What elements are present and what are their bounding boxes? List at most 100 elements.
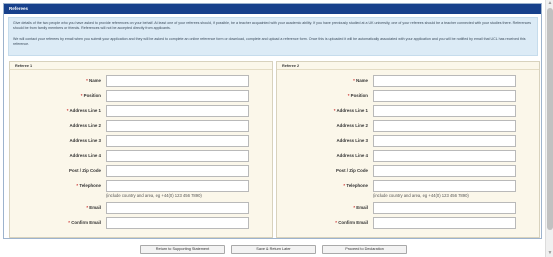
required-marker: * — [347, 93, 350, 98]
panel-title: Referees — [4, 4, 541, 14]
required-marker: * — [66, 108, 69, 113]
referee-1-confirm-email-row: * Confirm Email — [10, 217, 272, 229]
referee-1-address-line-2-label: Address Line 2 — [70, 120, 101, 132]
referee-2-telephone-row: * Telephone — [277, 180, 539, 192]
save-and-return-later-button[interactable]: Save & Return Later — [231, 245, 316, 254]
referee-2-email-input[interactable] — [373, 202, 516, 214]
required-marker: * — [343, 183, 346, 188]
referee-2-post-zip-code-label: Post / Zip Code — [336, 165, 368, 177]
field-label-text: Confirm Email — [338, 220, 368, 225]
scroll-down-arrow-icon[interactable]: ▼ — [547, 251, 553, 256]
field-label-text: Address Line 2 — [336, 123, 368, 128]
referee-1-email-input[interactable] — [106, 202, 249, 214]
required-marker: * — [80, 93, 83, 98]
referee-1-address-line-3-label: Address Line 3 — [70, 135, 101, 147]
referee-2-address-line-3-input[interactable] — [373, 135, 516, 147]
referee-1-email-row: * Email — [10, 202, 272, 214]
referee-2-post-zip-code-row: Post / Zip Code — [277, 165, 539, 177]
referee-1-section: Referee 1 * Name * Position * Address Line… — [9, 61, 273, 238]
field-label-text: Post / Zip Code — [336, 168, 368, 173]
referee-2-address-line-4-label: Address Line 4 — [337, 150, 368, 162]
required-marker: * — [68, 220, 70, 225]
referee-2-name-row: * Name — [277, 75, 539, 87]
referee-1-telephone-row: * Telephone — [10, 180, 272, 192]
referee-2-address-line-2-label: Address Line 2 — [337, 120, 368, 132]
referee-2-name-label: * Name — [353, 75, 368, 87]
referee-2-address-line-2-row: Address Line 2 — [277, 120, 539, 132]
form-footer: Return to Supporting Statement Save & Re… — [0, 242, 545, 257]
required-marker: * — [335, 220, 337, 225]
referee-2-position-row: * Position — [277, 90, 539, 102]
referee-1-post-zip-code-row: Post / Zip Code — [10, 165, 272, 177]
referee-2-post-zip-code-input[interactable] — [373, 165, 516, 177]
field-label-text: Post / Zip Code — [69, 168, 101, 173]
field-label-text: Name — [356, 78, 368, 83]
referee-1-post-zip-code-input[interactable] — [106, 165, 249, 177]
field-label-text: Email — [89, 205, 101, 210]
referee-2-address-line-1-label: * Address Line 1 — [334, 105, 368, 117]
field-label-text: Address Line 4 — [336, 153, 368, 158]
required-marker: * — [333, 108, 336, 113]
scroll-up-arrow-icon[interactable]: ▲ — [547, 1, 553, 6]
instructions-box: Give details of the two people who you h… — [8, 17, 538, 56]
scrollbar-thumb[interactable] — [547, 8, 553, 230]
vertical-scrollbar[interactable]: ▲ ▼ — [545, 0, 553, 257]
proceed-to-declaration-button[interactable]: Proceed to Declaration — [322, 245, 407, 254]
instructions-paragraph-1: Give details of the two people who you h… — [13, 21, 532, 31]
field-label-text: Email — [356, 205, 368, 210]
referee-2-address-line-3-label: Address Line 3 — [337, 135, 368, 147]
referee-2-email-label: * Email — [353, 202, 368, 214]
referee-1-position-input[interactable] — [106, 90, 249, 102]
instructions-paragraph-2: We will contact your referees by email w… — [13, 36, 526, 46]
referee-2-address-line-4-input[interactable] — [373, 150, 516, 162]
referee-1-address-line-1-input[interactable] — [106, 105, 249, 117]
field-label-text: Address Line 1 — [336, 108, 368, 113]
referee-2-address-line-1-input[interactable] — [373, 105, 516, 117]
application-page: Referees Give details of the two people … — [0, 0, 545, 257]
referee-1-name-row: * Name — [10, 75, 272, 87]
referee-1-address-line-3-input[interactable] — [106, 135, 249, 147]
referee-1-confirm-email-input[interactable] — [106, 217, 249, 229]
field-label-text: Name — [89, 78, 101, 83]
referee-2-telephone-hint: (include country and area, eg +44(0) 123… — [373, 193, 469, 198]
referee-1-address-line-4-label: Address Line 4 — [70, 150, 101, 162]
referee-1-email-label: * Email — [86, 202, 101, 214]
referee-2-name-input[interactable] — [373, 75, 516, 87]
field-label-text: Address Line 2 — [69, 123, 101, 128]
referee-1-post-zip-code-label: Post / Zip Code — [69, 165, 101, 177]
referee-2-address-line-1-row: * Address Line 1 — [277, 105, 539, 117]
referee-2-confirm-email-label: * Confirm Email — [335, 217, 368, 229]
field-label-text: Position — [83, 93, 101, 98]
field-label-text: Telephone — [346, 183, 368, 188]
referee-2-confirm-email-input[interactable] — [373, 217, 516, 229]
referee-1-telephone-input[interactable] — [106, 180, 249, 192]
field-label-text: Address Line 1 — [69, 108, 101, 113]
referee-2-email-row: * Email — [277, 202, 539, 214]
referee-2-position-input[interactable] — [373, 90, 516, 102]
referee-1-position-label: * Position — [81, 90, 101, 102]
referee-1-name-input[interactable] — [106, 75, 249, 87]
field-label-text: Address Line 3 — [69, 138, 101, 143]
field-label-text: Address Line 4 — [69, 153, 101, 158]
referee-2-confirm-email-row: * Confirm Email — [277, 217, 539, 229]
field-label-text: Confirm Email — [71, 220, 101, 225]
referee-2-telephone-label: * Telephone — [343, 180, 368, 192]
referee-1-title: Referee 1 — [10, 62, 272, 70]
referee-1-address-line-3-row: Address Line 3 — [10, 135, 272, 147]
referee-1-address-line-1-label: * Address Line 1 — [67, 105, 101, 117]
referee-2-address-line-3-row: Address Line 3 — [277, 135, 539, 147]
referee-1-name-label: * Name — [86, 75, 101, 87]
referee-1-address-line-4-row: Address Line 4 — [10, 150, 272, 162]
referee-2-address-line-2-input[interactable] — [373, 120, 516, 132]
required-marker: * — [86, 78, 88, 83]
referee-1-address-line-1-row: * Address Line 1 — [10, 105, 272, 117]
required-marker: * — [76, 183, 79, 188]
referee-1-telephone-hint: (include country and area, eg +44(0) 123… — [106, 193, 202, 198]
referee-2-address-line-4-row: Address Line 4 — [277, 150, 539, 162]
field-label-text: Telephone — [79, 183, 101, 188]
referee-1-address-line-2-input[interactable] — [106, 120, 249, 132]
referee-1-address-line-4-input[interactable] — [106, 150, 249, 162]
referee-2-telephone-input[interactable] — [373, 180, 516, 192]
referee-1-address-line-2-row: Address Line 2 — [10, 120, 272, 132]
return-to-supporting-statement-button[interactable]: Return to Supporting Statement — [140, 245, 225, 254]
